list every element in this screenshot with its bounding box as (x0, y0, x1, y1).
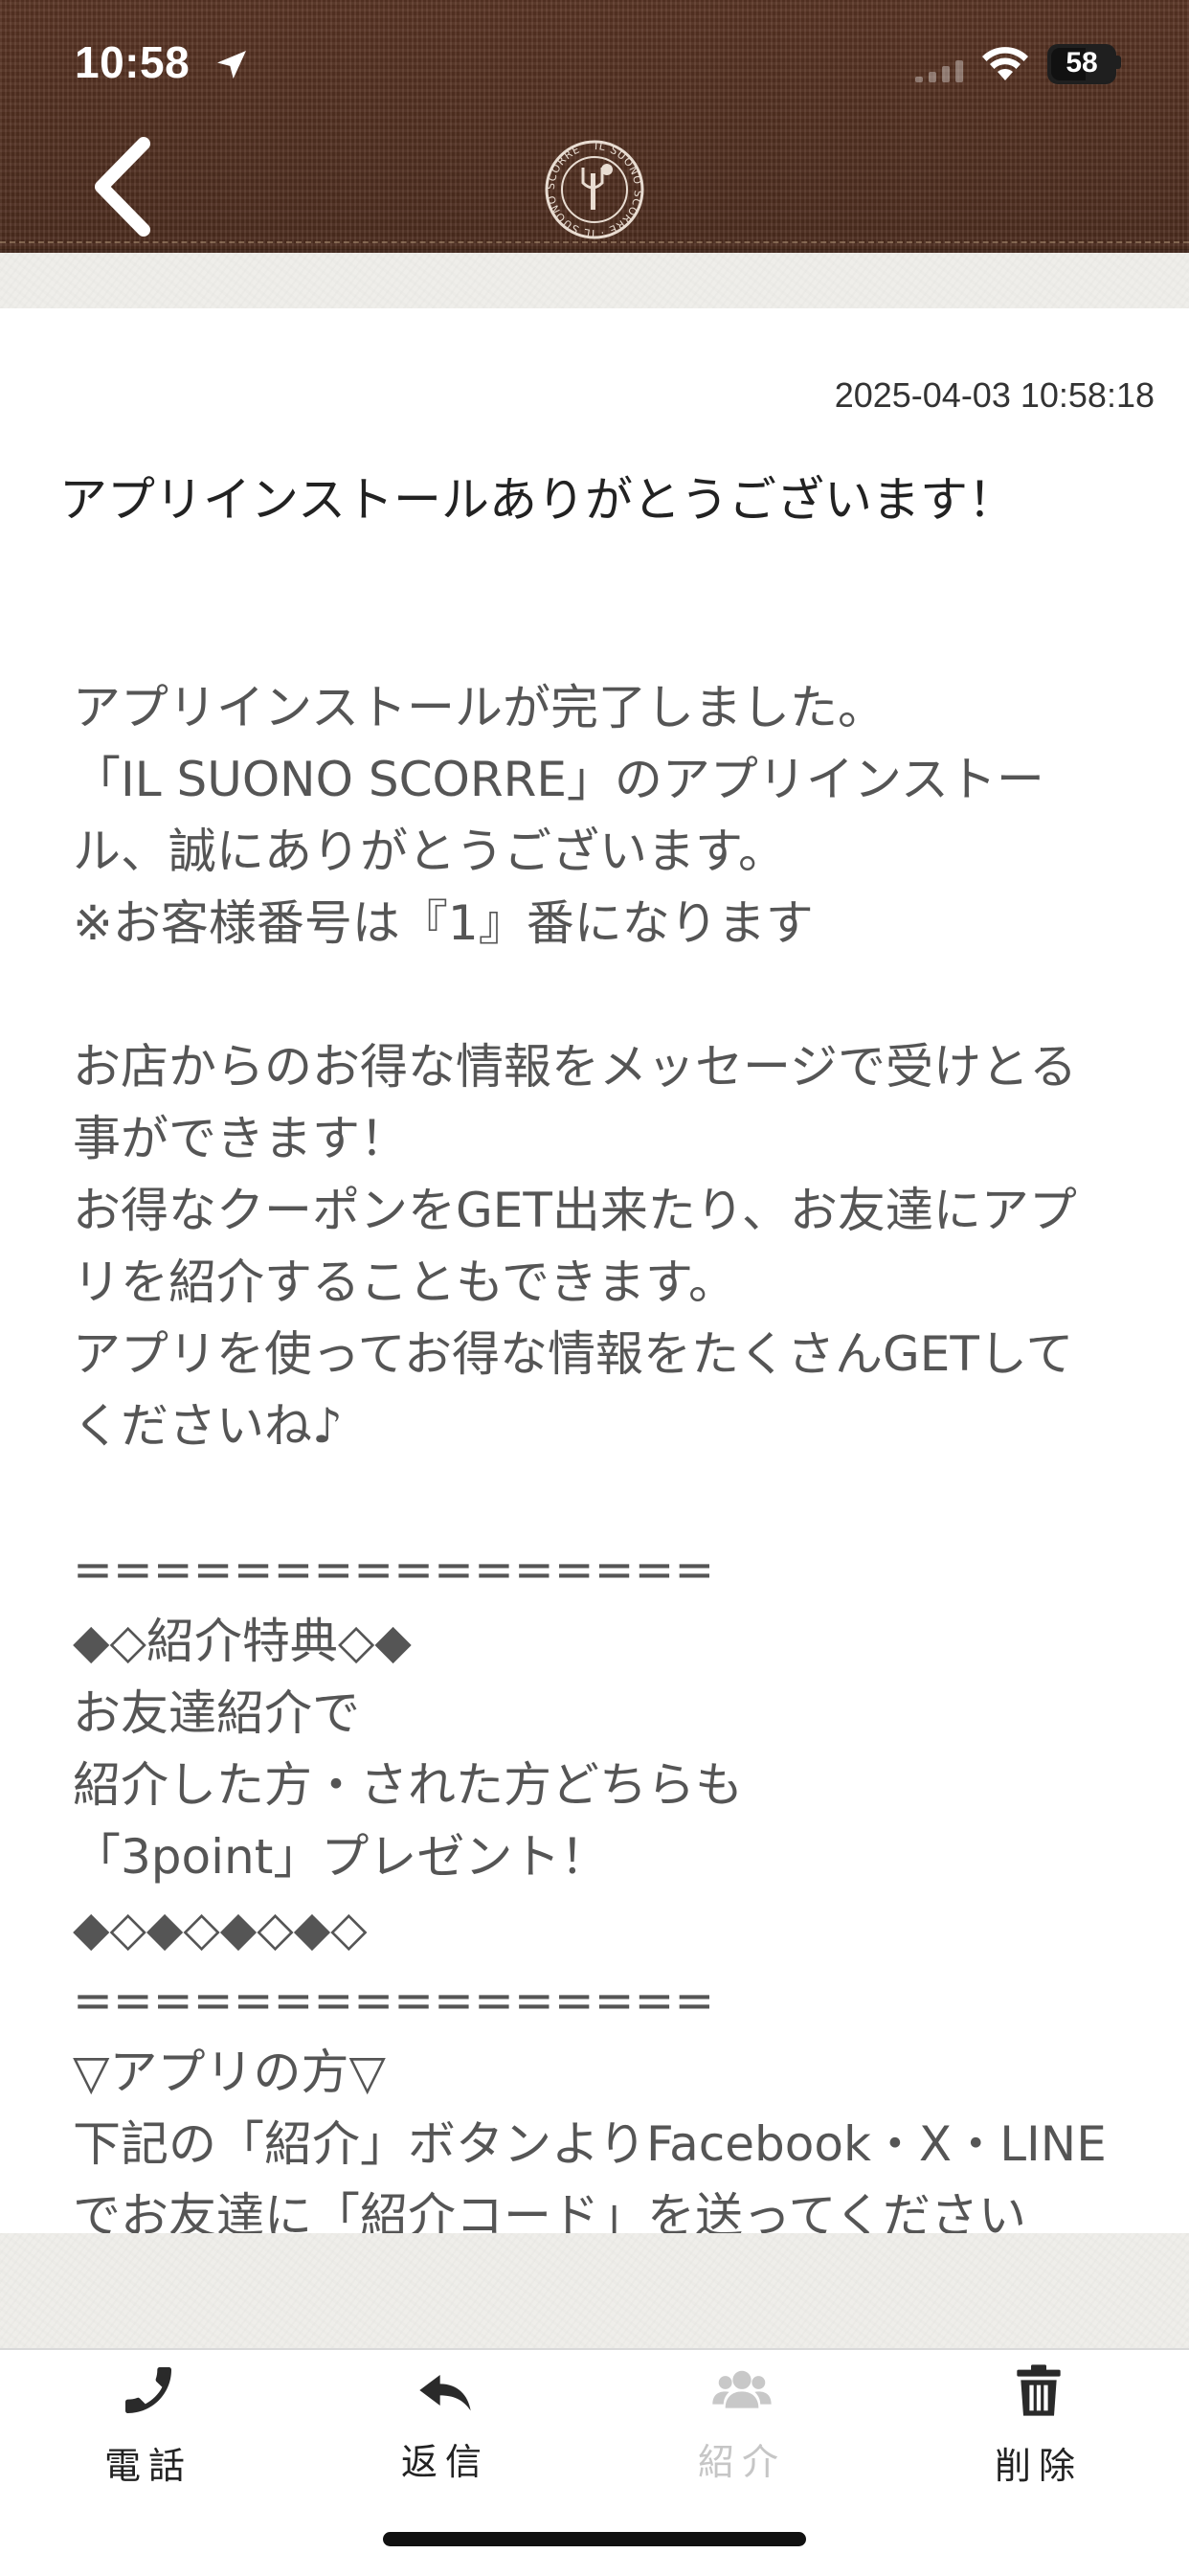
trash-icon (1017, 2364, 1061, 2416)
location-arrow-icon (217, 51, 246, 79)
status-bar: 10:58 58 (0, 0, 1189, 126)
message-title: アプリインストールありがとうございます！ (59, 472, 1016, 528)
battery-percentage: 58 (1066, 47, 1098, 79)
back-button[interactable] (86, 134, 163, 239)
tab-phone[interactable]: 電話 (0, 2350, 297, 2503)
store-logo: IL SUONO SCORRE · IL SUONO SCORRE (545, 140, 644, 239)
header-stitch-divider (0, 241, 1189, 243)
message-content[interactable]: 2025-04-03 10:58:18 アプリインストールありがとうございます！… (0, 308, 1189, 2233)
tab-label-delete: 削除 (994, 2445, 1083, 2487)
cellular-signal-icon (915, 60, 963, 82)
tab-label-reply: 返信 (400, 2441, 489, 2483)
tab-introduce[interactable]: 紹介 (594, 2350, 890, 2503)
home-indicator[interactable] (383, 2532, 806, 2546)
paper-strip-bottom (0, 2233, 1189, 2348)
message-body: アプリインストールが完了しました。 「IL SUONO SCORRE」のアプリイ… (73, 680, 1107, 2233)
users-icon (712, 2370, 772, 2408)
reply-icon (419, 2375, 471, 2411)
battery-cap (1116, 56, 1121, 69)
app-header: 10:58 58 IL SUONO SCORRE · IL SUONO SCOR… (0, 0, 1189, 253)
tab-label-introduce: 紹介 (697, 2441, 786, 2483)
message-timestamp: 2025-04-03 10:58:18 (834, 375, 1155, 415)
status-time: 10:58 (75, 37, 191, 87)
paper-strip-top (0, 253, 1189, 308)
tab-label-phone: 電話 (103, 2445, 192, 2487)
wifi-icon (982, 47, 1028, 80)
tab-reply[interactable]: 返信 (297, 2350, 594, 2503)
phone-icon (125, 2367, 171, 2413)
tab-delete[interactable]: 削除 (890, 2350, 1187, 2503)
